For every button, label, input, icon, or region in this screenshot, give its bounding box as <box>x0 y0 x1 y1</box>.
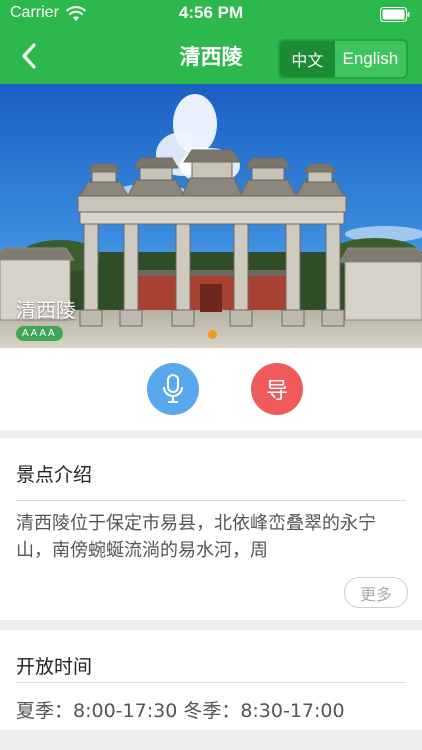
status-time: 4:56 PM <box>178 3 244 22</box>
hero-caption: 清西陵 <box>16 298 76 322</box>
hero-carousel[interactable]: 清西陵 AAAA <box>0 84 422 348</box>
microphone-icon <box>163 374 183 403</box>
intro-title: 景点介绍 <box>16 464 93 486</box>
more-button[interactable]: 更多 <box>344 577 408 608</box>
battery-icon <box>380 7 410 22</box>
audio-guide-button[interactable] <box>147 363 199 415</box>
action-row: 导 <box>0 348 422 430</box>
lang-option-chinese[interactable]: 中文 <box>280 41 335 77</box>
hours-card: 开放时间 夏季：8:00-17:30 冬季：8:30-17:00 <box>0 630 422 730</box>
rating-badge: AAAA <box>16 326 63 341</box>
divider <box>16 500 406 501</box>
carousel-page-indicator <box>208 330 217 339</box>
intro-text: 清西陵位于保定市易县，北依峰峦叠翠的永宁山，南傍蜿蜒流淌的易水河，周 <box>16 513 376 561</box>
intro-card: 景点介绍 清西陵位于保定市易县，北依峰峦叠翠的永宁山，南傍蜿蜒流淌的易水河，周 … <box>0 438 422 620</box>
hours-text: 夏季：8:00-17:30 冬季：8:30-17:00 <box>16 700 345 722</box>
hours-title: 开放时间 <box>16 656 93 678</box>
status-bar: Carrier 4:56 PM <box>0 0 422 28</box>
header: Carrier 4:56 PM 清西陵 中文 English <box>0 0 422 84</box>
language-switch: 中文 English <box>278 39 408 79</box>
divider <box>16 682 406 683</box>
lang-option-english[interactable]: English <box>335 41 406 77</box>
navigation-guide-button[interactable]: 导 <box>251 363 303 415</box>
nav-bar: 清西陵 中文 English <box>0 28 422 84</box>
